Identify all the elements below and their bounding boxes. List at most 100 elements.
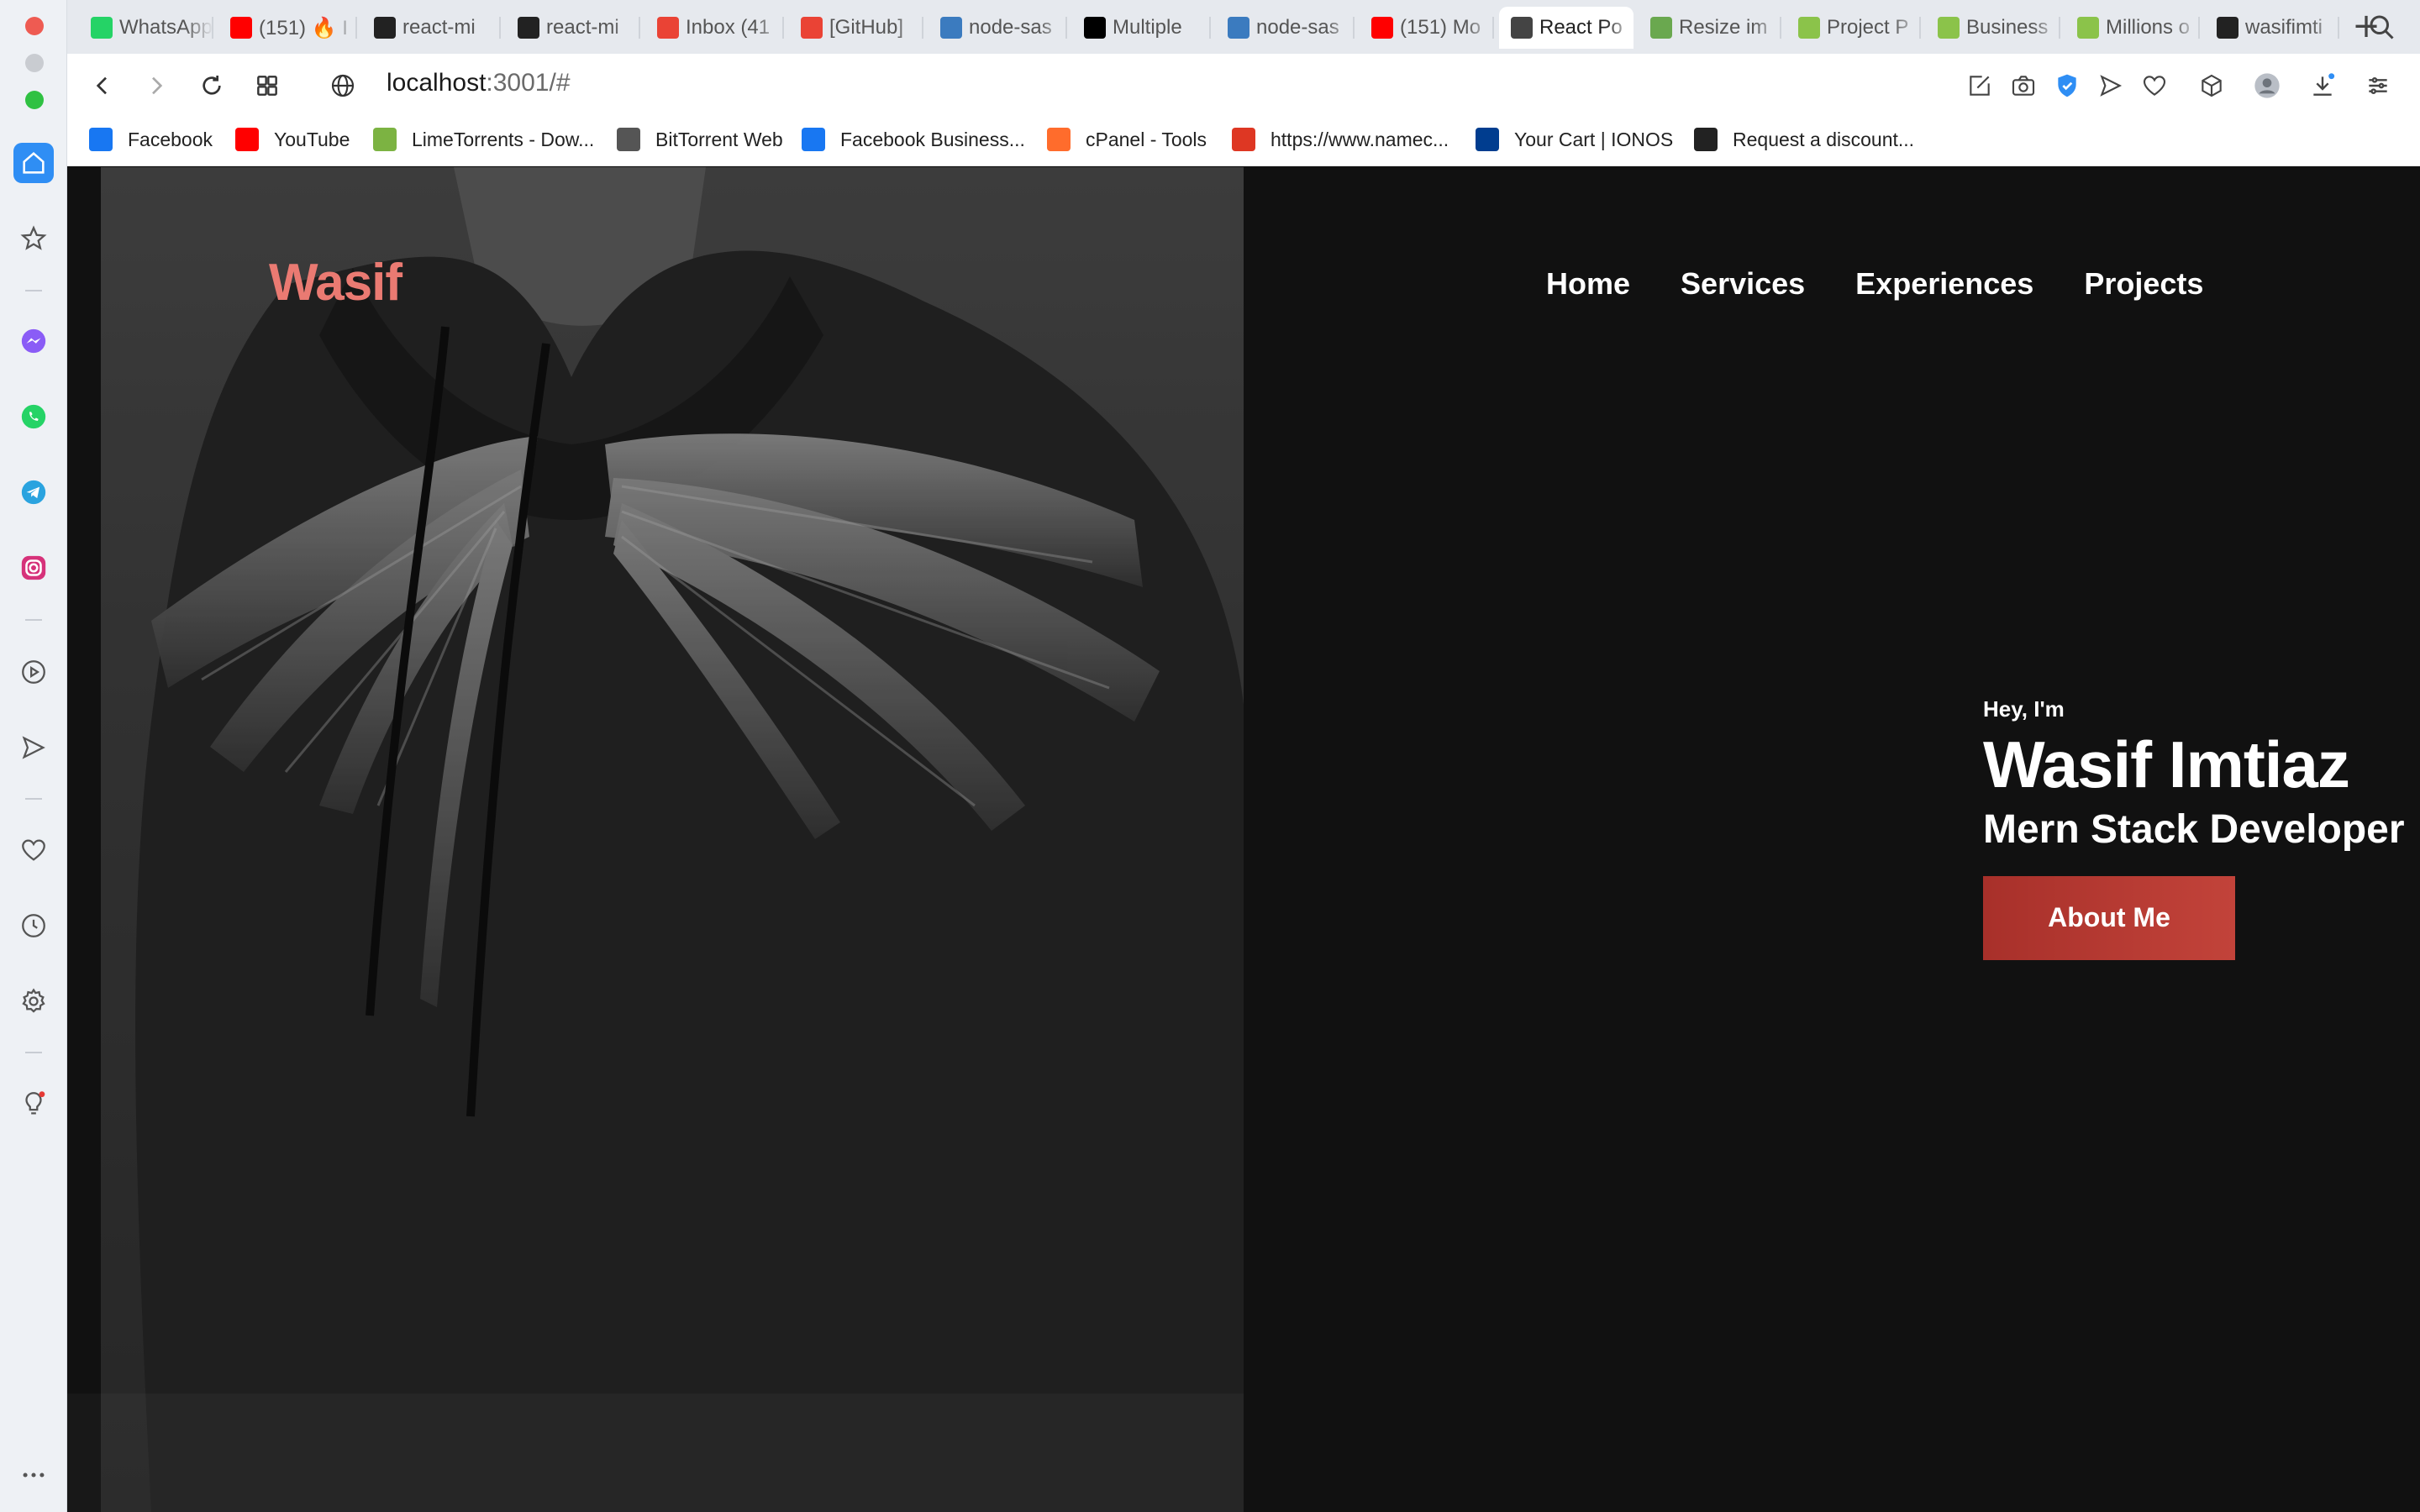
- tabs-grid-icon[interactable]: [249, 67, 286, 104]
- site-info-globe-icon[interactable]: [324, 67, 361, 104]
- nav-home[interactable]: Home: [1546, 266, 1630, 302]
- bookmark-5[interactable]: Facebook Business...: [802, 128, 1025, 151]
- camera-icon[interactable]: [2005, 67, 2042, 104]
- youtube-icon: [235, 128, 259, 151]
- tab-10[interactable]: (151) Mo: [1360, 7, 1494, 49]
- bookmark-2[interactable]: YouTube: [235, 128, 350, 151]
- tab-14[interactable]: Business: [1926, 7, 2060, 49]
- youtube-icon: [230, 17, 252, 39]
- cpanel-icon: [1047, 128, 1071, 151]
- player-icon[interactable]: [13, 652, 54, 692]
- nav-experiences[interactable]: Experiences: [1855, 266, 2033, 302]
- profile-avatar-icon[interactable]: [2249, 67, 2286, 104]
- tab-2[interactable]: (151) 🔥 I: [218, 7, 357, 49]
- namecheap-icon: [1232, 128, 1255, 151]
- tab-6[interactable]: [GitHub]: [789, 7, 923, 49]
- bookmark-1[interactable]: Facebook: [89, 128, 213, 151]
- tab-3[interactable]: react-mi: [362, 7, 501, 49]
- close-window-icon[interactable]: [25, 17, 44, 35]
- vpn-shield-icon[interactable]: [2049, 67, 2086, 104]
- bookmark-label: BitTorrent Web: [655, 128, 783, 150]
- edit-share-icon[interactable]: [1961, 67, 1998, 104]
- github-icon: [2217, 17, 2238, 39]
- forward-icon[interactable]: [138, 67, 175, 104]
- hero-greeting: Hey, I'm: [1983, 696, 2065, 722]
- github-icon: [374, 17, 396, 39]
- bookmark-4[interactable]: BitTorrent Web: [617, 128, 783, 151]
- tab-4[interactable]: react-mi: [506, 7, 640, 49]
- hero-text: Hey, I'm Wasif Imtiaz Mern Stack Develop…: [1983, 696, 2405, 960]
- bookmark-8[interactable]: Your Cart | IONOS: [1476, 128, 1673, 151]
- tab-strip: WhatsApp (151) 🔥 I react-mi react-mi Inbox (…: [67, 0, 2420, 54]
- send-icon[interactable]: [13, 727, 54, 768]
- settings-icon[interactable]: [13, 981, 54, 1021]
- bookmark-label: https://www.namec...: [1270, 128, 1449, 150]
- youtube-icon: [1371, 17, 1393, 39]
- tab-8[interactable]: Multiple: [1072, 7, 1211, 49]
- star-icon[interactable]: [13, 218, 54, 259]
- tab-search-icon[interactable]: [2366, 12, 2396, 42]
- site-logo[interactable]: Wasif: [269, 253, 402, 312]
- lightbulb-icon[interactable]: [13, 1084, 54, 1124]
- telegram-icon[interactable]: [13, 472, 54, 512]
- heart-icon[interactable]: [13, 830, 54, 870]
- download-icon[interactable]: [2304, 67, 2341, 104]
- bookmark-label: Facebook: [128, 128, 213, 150]
- tab-label: react-mi: [546, 16, 619, 39]
- limetorrents-icon: [373, 128, 397, 151]
- bookmark-3[interactable]: LimeTorrents - Dow...: [373, 128, 594, 151]
- address-bar: localhost:3001/#: [67, 54, 2420, 118]
- url-host: localhost: [387, 69, 487, 97]
- nav-projects[interactable]: Projects: [2084, 266, 2203, 302]
- tab-9[interactable]: node-sas: [1216, 7, 1355, 49]
- bottom-band: [67, 1394, 1244, 1512]
- meta-icon: [802, 128, 825, 151]
- back-icon[interactable]: [84, 67, 121, 104]
- send-icon[interactable]: [2092, 67, 2129, 104]
- hero-photo: [101, 167, 1244, 1512]
- nav-services[interactable]: Services: [1681, 266, 1805, 302]
- about-me-button[interactable]: About Me: [1983, 875, 2235, 960]
- whatsapp-icon[interactable]: [13, 396, 54, 437]
- gmail-icon: [657, 17, 679, 39]
- heart-icon[interactable]: [2136, 67, 2173, 104]
- bookmark-9[interactable]: Request a discount...: [1694, 128, 1914, 151]
- bookmark-7[interactable]: https://www.namec...: [1232, 128, 1449, 151]
- maximize-window-icon[interactable]: [25, 91, 44, 109]
- tab-7[interactable]: node-sas: [929, 7, 1067, 49]
- whatsapp-icon: [91, 17, 113, 39]
- reload-icon[interactable]: [193, 67, 230, 104]
- tab-15[interactable]: Millions o: [2065, 7, 2200, 49]
- bookmark-label: cPanel - Tools: [1086, 128, 1207, 150]
- browser-sidebar: [0, 0, 67, 1512]
- tab-label: [GitHub]: [829, 16, 904, 39]
- tab-1[interactable]: WhatsApp: [79, 7, 213, 49]
- messenger-icon[interactable]: [13, 321, 54, 361]
- home-icon[interactable]: [13, 143, 54, 183]
- tab-label: Multiple: [1113, 16, 1182, 39]
- dev-icon: [1084, 17, 1106, 39]
- site-nav: Home Services Experiences Projects: [1546, 266, 2254, 302]
- tab-11[interactable]: React Po: [1499, 7, 1634, 49]
- more-icon[interactable]: [13, 1458, 54, 1492]
- minimize-window-icon[interactable]: [25, 54, 44, 72]
- hero-role: Mern Stack Developer: [1983, 806, 2405, 852]
- tab-16[interactable]: wasifimti: [2205, 7, 2339, 49]
- history-icon[interactable]: [13, 906, 54, 946]
- tab-13[interactable]: Project P: [1786, 7, 1921, 49]
- instagram-icon[interactable]: [13, 548, 54, 588]
- url-field[interactable]: localhost:3001/#: [387, 69, 571, 97]
- ionos-icon: [1476, 128, 1499, 151]
- bookmark-label: YouTube: [274, 128, 350, 150]
- tab-5[interactable]: Inbox (41: [645, 7, 784, 49]
- easy-setup-icon[interactable]: [2360, 67, 2396, 104]
- cube-icon[interactable]: [2193, 67, 2230, 104]
- web-page: Wasif Home Services Experiences Projects…: [67, 167, 2420, 1512]
- bookmark-label: Your Cart | IONOS: [1514, 128, 1674, 150]
- globe-icon: [1511, 17, 1533, 39]
- bookmark-6[interactable]: cPanel - Tools: [1047, 128, 1207, 151]
- tab-12[interactable]: Resize im: [1639, 7, 1781, 49]
- bookmarks-bar: Facebook YouTube LimeTorrents - Dow... BitT…: [67, 118, 2420, 166]
- bookmark-label: LimeTorrents - Dow...: [412, 128, 595, 150]
- tab-label: react-mi: [402, 16, 476, 39]
